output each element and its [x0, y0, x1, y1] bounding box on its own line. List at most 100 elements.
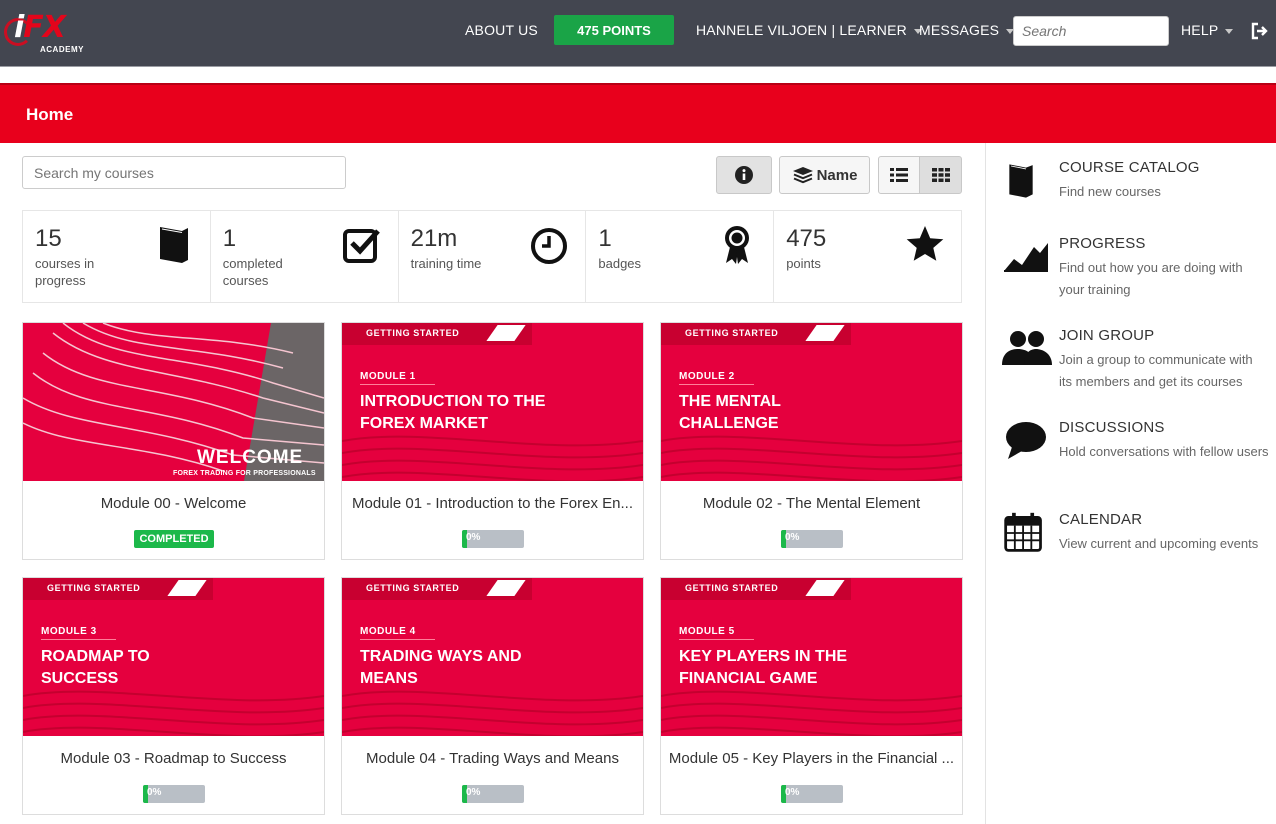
sidebar-item-title: DISCUSSIONS [1059, 419, 1165, 436]
course-title[interactable]: Module 01 - Introduction to the Forex En… [342, 495, 643, 512]
sidebar-item-desc: Hold conversations with fellow users [1059, 444, 1269, 459]
progress-bar: 0% [462, 530, 524, 548]
calendar-icon [1004, 512, 1042, 552]
category-tag-label: GETTING STARTED [685, 583, 779, 593]
sidebar-item-title: JOIN GROUP [1059, 327, 1155, 344]
category-tag-label: GETTING STARTED [366, 328, 460, 338]
course-thumbnail[interactable]: WELCOME FOREX TRADING FOR PROFESSIONALS [23, 323, 324, 481]
progress-bar: 0% [781, 530, 843, 548]
completed-badge: COMPLETED [134, 530, 214, 548]
ifx-academy-logo[interactable]: iFX ACADEMY [4, 10, 94, 56]
logo-subtitle: ACADEMY [40, 45, 84, 54]
layers-icon [792, 167, 813, 184]
course-card[interactable]: GETTING STARTED MODULE 1 INTRODUCTION TO… [341, 322, 644, 560]
help-label: HELP [1181, 22, 1219, 38]
sidebar-item-desc: Join a group to communicate with its mem… [1059, 352, 1253, 389]
stat-courses-in-progress[interactable]: 15 courses in progress [23, 211, 211, 302]
stat-value: 15 [35, 225, 62, 252]
star-icon [906, 226, 944, 261]
caret-down-icon [1225, 28, 1234, 34]
course-thumbnail[interactable]: GETTING STARTED MODULE 2 THE MENTAL CHAL… [661, 323, 962, 481]
course-title[interactable]: Module 02 - The Mental Element [661, 495, 962, 512]
progress-label: 0% [785, 532, 800, 543]
book-icon [159, 227, 188, 263]
stat-badges[interactable]: 1 badges [586, 211, 775, 302]
course-thumbnail[interactable]: GETTING STARTED MODULE 4 TRADING WAYS AN… [342, 578, 643, 736]
stat-value: 1 [222, 225, 237, 252]
stripes-graphic [661, 690, 962, 736]
sidebar: COURSE CATALOG Find new courses PROGRESS… [985, 143, 1276, 824]
module-number: MODULE 4 [360, 626, 435, 640]
page-banner: Home [0, 83, 1276, 143]
grid-view-button[interactable] [919, 156, 962, 194]
stat-label: badges [598, 256, 642, 271]
messages-menu[interactable]: MESSAGES [919, 15, 1015, 45]
course-card[interactable]: GETTING STARTED MODULE 4 TRADING WAYS AN… [341, 577, 644, 815]
user-menu[interactable]: HANNELE VILJOEN | LEARNER [696, 15, 922, 45]
sort-label: Name [816, 166, 858, 184]
chat-bubble-icon [1006, 422, 1046, 459]
course-title[interactable]: Module 04 - Trading Ways and Means [342, 750, 643, 767]
stripes-graphic [661, 435, 962, 481]
category-tag-label: GETTING STARTED [685, 328, 779, 338]
progress-label: 0% [147, 787, 162, 798]
course-title[interactable]: Module 03 - Roadmap to Success [23, 750, 324, 767]
chart-icon [1004, 243, 1048, 272]
course-title[interactable]: Module 00 - Welcome [23, 495, 324, 512]
course-card[interactable]: GETTING STARTED MODULE 3 ROADMAP TO SUCC… [22, 577, 325, 815]
course-thumbnail[interactable]: GETTING STARTED MODULE 1 INTRODUCTION TO… [342, 323, 643, 481]
course-card[interactable]: WELCOME FOREX TRADING FOR PROFESSIONALS … [22, 322, 325, 560]
sidebar-item-title: PROGRESS [1059, 235, 1146, 252]
stat-value: 21m [410, 225, 458, 252]
stat-training-time[interactable]: 21m training time [399, 211, 587, 302]
category-tag-label: GETTING STARTED [366, 583, 460, 593]
progress-label: 0% [466, 532, 481, 543]
category-tag: GETTING STARTED [23, 578, 213, 600]
info-button[interactable] [716, 156, 772, 194]
points-button[interactable]: 475 POINTS [554, 15, 674, 45]
sidebar-item-desc: View current and upcoming events [1059, 536, 1259, 551]
stripes-graphic [342, 690, 643, 736]
thumbnail-title: WELCOME [197, 447, 304, 468]
course-card[interactable]: GETTING STARTED MODULE 2 THE MENTAL CHAL… [660, 322, 963, 560]
list-view-button[interactable] [878, 156, 920, 194]
stripes-graphic [23, 690, 324, 736]
module-number: MODULE 2 [679, 371, 754, 385]
stat-points[interactable]: 475 points [774, 211, 961, 302]
grid-view-icon [931, 168, 950, 182]
category-tag: GETTING STARTED [342, 578, 532, 600]
info-icon [735, 166, 753, 184]
sort-by-name-button[interactable]: Name [779, 156, 870, 194]
stat-label: completed courses [222, 256, 283, 288]
sidebar-item-title: COURSE CATALOG [1059, 159, 1200, 176]
course-thumbnail[interactable]: GETTING STARTED MODULE 3 ROADMAP TO SUCC… [23, 578, 324, 736]
badge-icon [725, 226, 750, 264]
help-menu[interactable]: HELP [1181, 15, 1234, 45]
stat-value: 1 [598, 225, 612, 252]
module-number: MODULE 3 [41, 626, 116, 640]
group-icon [1002, 330, 1052, 365]
category-tag: GETTING STARTED [342, 323, 532, 345]
progress-bar: 0% [143, 785, 205, 803]
stat-value: 475 [786, 225, 827, 252]
stat-completed-courses[interactable]: 1 completed courses [211, 211, 399, 302]
page-title: Home [26, 105, 74, 124]
checkbox-icon [342, 229, 380, 263]
stats-bar: 15 courses in progress 1 completed cours… [22, 210, 962, 303]
logo-text: iFX [14, 10, 66, 45]
stat-label: courses in progress [35, 256, 95, 288]
course-search-input[interactable] [22, 156, 346, 189]
about-us-link[interactable]: ABOUT US [465, 15, 538, 45]
course-thumbnail[interactable]: GETTING STARTED MODULE 5 KEY PLAYERS IN … [661, 578, 962, 736]
global-search-input[interactable] [1013, 16, 1169, 46]
top-navbar: iFX ACADEMY ABOUT US 475 POINTS HANNELE … [0, 0, 1276, 67]
thumbnail-subtitle: FOREX TRADING FOR PROFESSIONALS [173, 470, 316, 477]
progress-label: 0% [785, 787, 800, 798]
module-number: MODULE 1 [360, 371, 435, 385]
progress-bar: 0% [781, 785, 843, 803]
sidebar-item-desc: Find new courses [1059, 184, 1161, 199]
logout-icon[interactable] [1250, 22, 1270, 40]
module-number: MODULE 5 [679, 626, 754, 640]
course-title[interactable]: Module 05 - Key Players in the Financial… [661, 750, 962, 767]
course-card[interactable]: GETTING STARTED MODULE 5 KEY PLAYERS IN … [660, 577, 963, 815]
